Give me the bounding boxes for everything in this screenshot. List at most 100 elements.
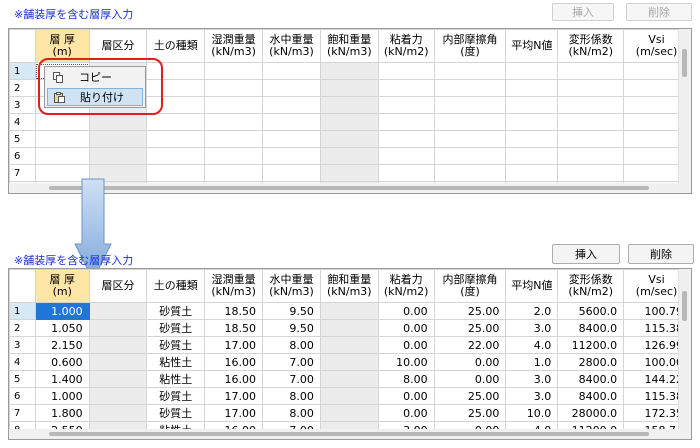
row-number[interactable]: 3 (9, 96, 36, 114)
table-row[interactable]: 4 0.600 粘性土 16.00 7.00 10.00 0.00 1.0 2800.0 100.… (9, 353, 691, 371)
table-cell[interactable]: 17.00 (204, 387, 264, 405)
row-number[interactable]: 5 (9, 130, 36, 148)
table-cell[interactable] (262, 130, 321, 148)
row-number[interactable]: 7 (9, 404, 36, 422)
table-cell[interactable]: 8400.0 (557, 370, 625, 388)
table-cell[interactable]: 2.0 (505, 302, 559, 320)
table-cell[interactable] (204, 164, 264, 182)
table-cell[interactable]: 25.00 (433, 302, 507, 320)
row-number[interactable]: 6 (9, 387, 36, 405)
table-cell[interactable] (319, 336, 379, 354)
table-cell[interactable]: 粘性土 (146, 353, 206, 371)
table-cell[interactable] (377, 147, 435, 165)
table-cell[interactable]: 1.000 (34, 302, 90, 320)
table-cell[interactable]: 0.00 (377, 319, 435, 337)
table-cell[interactable] (505, 79, 559, 97)
table-cell[interactable]: 0.00 (377, 387, 435, 405)
table-cell[interactable] (377, 96, 435, 114)
table-cell[interactable]: 8400.0 (557, 319, 625, 337)
table-cell[interactable] (262, 62, 321, 80)
table-cell[interactable]: 1.050 (34, 319, 90, 337)
table-cell[interactable]: 7.00 (262, 370, 321, 388)
bottom-insert-button[interactable]: 挿入 (552, 244, 620, 264)
table-cell[interactable] (557, 130, 625, 148)
table-cell[interactable]: 8.00 (262, 336, 321, 354)
table-cell[interactable] (319, 62, 379, 80)
table-cell[interactable]: 17.00 (204, 336, 264, 354)
table-cell[interactable] (557, 96, 625, 114)
table-cell[interactable] (88, 147, 148, 165)
table-cell[interactable]: 7.00 (262, 353, 321, 371)
table-cell[interactable]: 3.0 (505, 387, 559, 405)
table-cell[interactable]: 18.50 (204, 302, 264, 320)
table-cell[interactable] (146, 113, 206, 131)
table-cell[interactable] (88, 319, 148, 337)
table-cell[interactable] (204, 96, 264, 114)
table-cell[interactable]: 11200.0 (557, 336, 625, 354)
table-cell[interactable]: 粘性土 (146, 370, 206, 388)
table-cell[interactable] (377, 113, 435, 131)
table-row[interactable]: 6 1.000 砂質土 17.00 8.00 0.00 25.00 3.0 8400.0 115.… (9, 387, 691, 405)
table-cell[interactable] (88, 130, 148, 148)
column-header[interactable]: 湿潤重量 (kN/m3) (204, 29, 264, 63)
table-cell[interactable] (557, 62, 625, 80)
column-header[interactable]: 平均N値 (505, 269, 559, 303)
table-cell[interactable]: 砂質土 (146, 336, 206, 354)
table-cell[interactable]: 10.00 (377, 353, 435, 371)
table-cell[interactable]: 1.0 (505, 353, 559, 371)
column-header[interactable]: 湿潤重量 (kN/m3) (204, 269, 264, 303)
row-number[interactable]: 1 (9, 62, 36, 80)
table-cell[interactable]: 9.50 (262, 319, 321, 337)
column-header[interactable]: 飽和重量 (kN/m3) (319, 269, 379, 303)
column-header[interactable]: 土の種類 (146, 269, 206, 303)
column-header[interactable]: 水中重量 (kN/m3) (262, 29, 321, 63)
table-cell[interactable] (433, 96, 507, 114)
table-cell[interactable]: 1.000 (34, 387, 90, 405)
table-cell[interactable]: 8.00 (262, 387, 321, 405)
table-cell[interactable] (262, 96, 321, 114)
column-header[interactable]: 変形係数 (kN/m2) (557, 29, 625, 63)
table-cell[interactable] (146, 164, 206, 182)
table-cell[interactable] (319, 319, 379, 337)
table-cell[interactable] (262, 164, 321, 182)
row-number[interactable]: 6 (9, 147, 36, 165)
table-cell[interactable]: 9.50 (262, 302, 321, 320)
row-number[interactable]: 2 (9, 319, 36, 337)
row-number[interactable]: 4 (9, 353, 36, 371)
table-cell[interactable] (319, 113, 379, 131)
table-cell[interactable]: 5600.0 (557, 302, 625, 320)
table-cell[interactable]: 砂質土 (146, 302, 206, 320)
table-cell[interactable]: 砂質土 (146, 319, 206, 337)
table-cell[interactable] (146, 147, 206, 165)
table-cell[interactable] (557, 164, 625, 182)
table-row[interactable]: 2 1.050 砂質土 18.50 9.50 0.00 25.00 3.0 8400.0 115.… (9, 319, 691, 337)
row-number[interactable]: 3 (9, 336, 36, 354)
row-number[interactable]: 5 (9, 370, 36, 388)
table-cell[interactable] (262, 79, 321, 97)
column-header[interactable]: 変形係数 (kN/m2) (557, 269, 625, 303)
table-cell[interactable] (34, 147, 90, 165)
bottom-horizontal-scroll-thumb[interactable] (49, 432, 649, 436)
top-insert-button[interactable]: 挿入 (552, 3, 614, 21)
table-cell[interactable] (377, 130, 435, 148)
column-header[interactable]: 層 厚 (m) (34, 269, 90, 303)
top-delete-button[interactable]: 削除 (626, 3, 692, 21)
table-cell[interactable] (319, 130, 379, 148)
table-cell[interactable] (505, 164, 559, 182)
column-header[interactable]: 水中重量 (kN/m3) (262, 269, 321, 303)
table-cell[interactable] (433, 62, 507, 80)
table-cell[interactable]: 4.0 (505, 336, 559, 354)
table-cell[interactable] (557, 79, 625, 97)
table-cell[interactable] (88, 113, 148, 131)
table-cell[interactable] (557, 147, 625, 165)
column-header[interactable]: 飽和重量 (kN/m3) (319, 29, 379, 63)
table-row[interactable]: 7 1.800 砂質土 17.00 8.00 0.00 25.00 10.0 28000.0 17… (9, 404, 691, 422)
table-cell[interactable]: 28000.0 (557, 404, 625, 422)
table-cell[interactable]: 2800.0 (557, 353, 625, 371)
table-cell[interactable] (557, 113, 625, 131)
table-cell[interactable] (377, 62, 435, 80)
row-number[interactable]: 7 (9, 164, 36, 182)
top-horizontal-scroll-thumb[interactable] (49, 186, 649, 190)
table-row[interactable]: 5 (9, 130, 691, 148)
corner-cell[interactable] (9, 269, 36, 303)
